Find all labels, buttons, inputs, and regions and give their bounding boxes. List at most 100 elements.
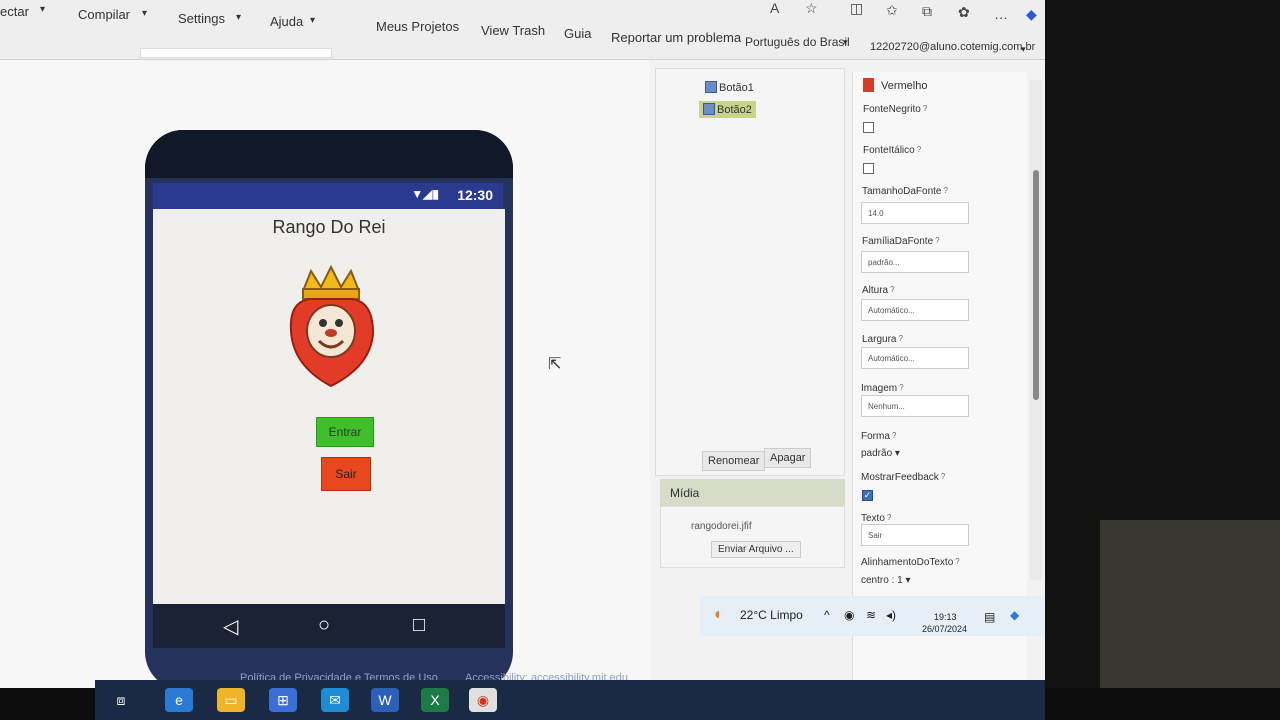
split-screen-icon[interactable]: ◫ [850,0,863,17]
altura-label: Altura? [862,285,895,296]
sair-button[interactable]: Sair [321,457,371,491]
app-screen: Rango Do Rei Entrar Sair [153,209,505,604]
menu-meus-projetos[interactable]: Meus Projetos [376,19,459,34]
network-icon[interactable]: ◉ [844,608,854,622]
menu-conectar[interactable]: ectar [0,4,29,19]
menu-idioma[interactable]: Português do Brasil [745,35,850,49]
forma-select[interactable]: padrão ▾ [861,448,900,459]
volume-icon[interactable]: ◂) [886,608,896,622]
copilot-icon[interactable]: ◆ [1026,6,1037,23]
texto-input[interactable]: Sair [861,524,969,546]
app-title: Rango Do Rei [272,217,386,237]
wifi-icon[interactable]: ≋ [866,608,876,622]
mail-icon[interactable]: ✉ [321,688,349,712]
mouse-pointer-icon: ⇱ [548,356,562,373]
chevron-down-icon: ▾ [843,37,848,47]
phone-mockup: ▼◢▮ 12:30 Rango Do Rei Entrar Sair ◁ ○ □ [145,130,513,688]
texto-label: Texto? [861,513,892,524]
chevron-down-icon: ▾ [310,15,316,26]
forma-label: Forma? [861,431,897,442]
tamanho-fonte-input[interactable]: 14.0 [861,202,969,224]
color-swatch [863,78,874,92]
help-icon[interactable]: ? [887,513,891,522]
fonte-negrito-label: FonteNegrito? [863,104,928,115]
home-circle-icon[interactable]: ○ [318,614,330,637]
button-component-icon [703,103,715,115]
help-icon[interactable]: ? [935,236,939,245]
familia-fonte-label: FamíliaDaFonte? [862,236,940,247]
media-header: Mídia [660,479,845,506]
chevron-down-icon: ▾ [1021,44,1026,54]
viewer-tab-strip [140,48,332,58]
altura-input[interactable]: Automático... [861,299,969,321]
component-label: Botão1 [719,82,754,94]
help-icon[interactable]: ? [923,104,927,113]
help-icon[interactable]: ? [892,431,896,440]
largura-label: Largura? [862,334,903,345]
phone-status-bar: ▼◢▮ 12:30 [153,183,503,209]
favorites-icon[interactable]: ✩ [886,2,898,19]
word-icon[interactable]: W [371,688,399,712]
component-botao2[interactable]: Botão2 [699,101,756,118]
chrome-icon[interactable]: ◉ [469,688,497,712]
media-file[interactable]: rangodorei.jfif [691,521,752,532]
file-explorer-icon[interactable]: ▭ [217,688,245,712]
back-triangle-icon[interactable]: ◁ [223,614,238,639]
store-icon[interactable]: ⊞ [269,688,297,712]
tray-time[interactable]: 19:13 [934,612,957,622]
chevron-down-icon: ▾ [40,4,46,15]
help-icon[interactable]: ? [898,334,902,343]
monitor-screen: ectar ▾ Compilar ▾ Settings ▾ Ajuda ▾ Me… [0,0,1045,688]
largura-input[interactable]: Automático... [861,347,969,369]
menu-ajuda[interactable]: Ajuda [270,14,303,29]
menu-guia[interactable]: Guia [564,26,591,41]
excel-icon[interactable]: X [421,688,449,712]
fonte-italico-checkbox[interactable] [863,163,874,174]
help-icon[interactable]: ? [941,472,945,481]
menu-compilar[interactable]: Compilar [78,7,130,22]
menu-reportar[interactable]: Reportar um problema [611,30,741,45]
mostrar-feedback-checkbox[interactable]: ✓ [862,490,873,501]
tray-date[interactable]: 26/07/2024 [922,624,967,634]
copilot-tray-icon[interactable]: ◆ [1010,608,1019,622]
properties-panel: Vermelho FonteNegrito? FonteItálico? Tam… [852,72,1027,684]
upload-file-button[interactable]: Enviar Arquivo ... [711,541,801,558]
imagem-label: Imagem? [861,383,904,394]
rename-button[interactable]: Renomear [702,451,766,471]
button-component-icon [705,81,717,93]
entrar-button[interactable]: Entrar [316,417,374,447]
familia-fonte-input[interactable]: padrão... [861,251,969,273]
help-icon[interactable]: ? [917,145,921,154]
phone-nav-bar: ◁ ○ □ [153,604,505,648]
alinhamento-label: AlinhamentoDoTexto? [861,557,960,568]
properties-scrollbar[interactable] [1030,80,1042,580]
alinhamento-select[interactable]: centro : 1 ▾ [861,575,911,586]
read-aloud-icon[interactable]: A [770,0,779,16]
phone-time: 12:30 [457,187,493,203]
phone-top-bezel [145,130,513,178]
help-icon[interactable]: ? [899,383,903,392]
fonte-negrito-checkbox[interactable] [863,122,874,133]
help-icon[interactable]: ? [944,186,948,195]
chevron-up-icon[interactable]: ^ [824,608,830,622]
recents-square-icon[interactable]: □ [413,614,425,637]
menu-view-trash[interactable]: View Trash [481,23,545,38]
delete-button[interactable]: Apagar [764,448,812,468]
menu-settings[interactable]: Settings [178,11,225,26]
collections-icon[interactable]: ⧉ [922,3,932,20]
color-value[interactable]: Vermelho [881,80,927,92]
more-options-icon[interactable]: … [994,6,1008,22]
notification-icon[interactable]: ▤ [984,610,995,624]
component-botao1[interactable]: Botão1 [701,79,758,96]
menu-usuario[interactable]: 12202720@aluno.cotemig.com.br [870,41,1035,53]
scrollbar-thumb[interactable] [1033,170,1039,400]
weather-icon: ◐ [714,606,724,623]
extensions-icon[interactable]: ✿ [958,4,970,21]
favorite-star-icon[interactable]: ☆ [805,0,818,17]
task-view-icon[interactable]: ⧈ [107,688,135,712]
weather-text[interactable]: 22°C Limpo [740,608,803,622]
help-icon[interactable]: ? [890,285,894,294]
imagem-input[interactable]: Nenhum... [861,395,969,417]
edge-icon[interactable]: e [165,688,193,712]
help-icon[interactable]: ? [955,557,959,566]
